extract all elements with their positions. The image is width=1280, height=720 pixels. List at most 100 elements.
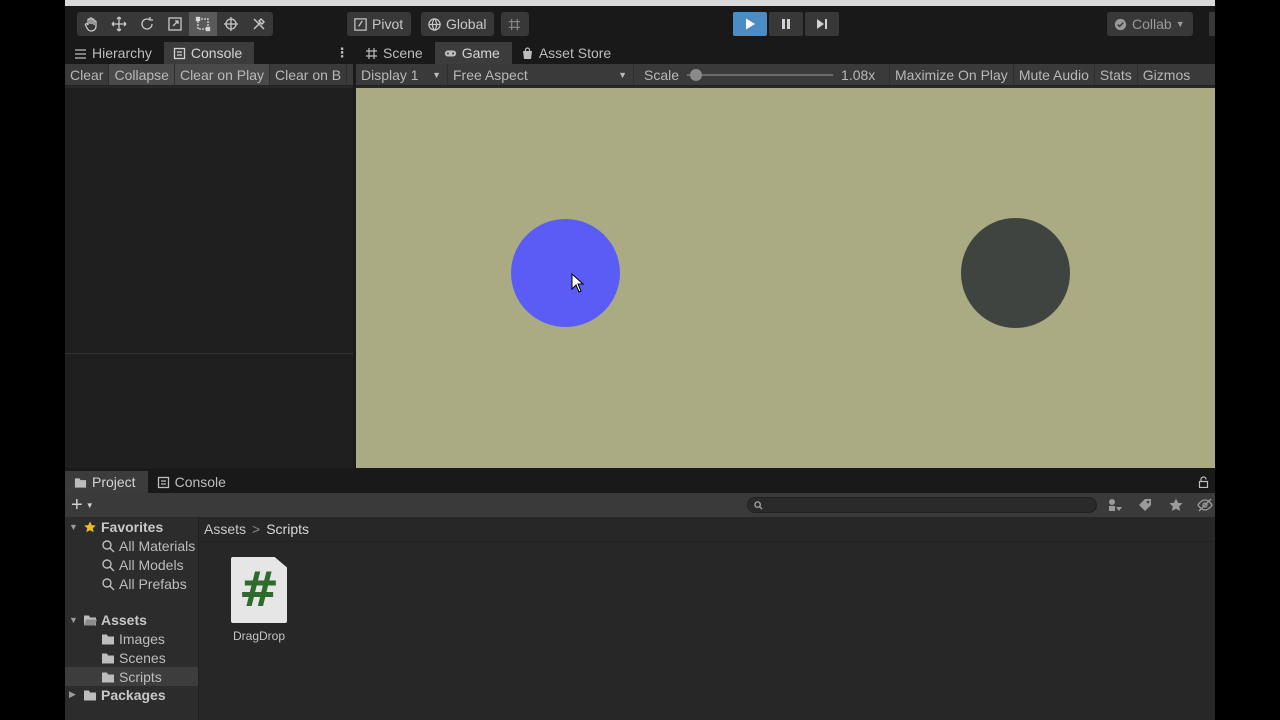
breadcrumb-divider <box>200 541 1215 542</box>
console-clear-on-play-button[interactable]: Clear on Play <box>174 64 270 85</box>
tab-console-bottom[interactable]: Console <box>148 471 238 493</box>
hand-icon[interactable] <box>77 12 105 36</box>
tab-asset-store[interactable]: Asset Store <box>512 42 623 64</box>
folder-icon <box>84 690 96 700</box>
move-icon[interactable] <box>105 12 133 36</box>
console-icon <box>157 476 169 488</box>
step-icon <box>817 19 827 29</box>
aspect-dropdown[interactable]: Free Aspect ▼ <box>448 63 634 86</box>
folder-scripts[interactable]: Scripts <box>65 667 198 686</box>
game-view[interactable] <box>356 88 1215 468</box>
breadcrumb-scripts[interactable]: Scripts <box>266 521 309 537</box>
expand-arrow-icon[interactable]: ▼ <box>69 615 79 625</box>
lock-icon[interactable] <box>1198 476 1209 488</box>
favorite-all-prefabs[interactable]: All Prefabs <box>101 574 187 593</box>
star-icon[interactable] <box>1168 497 1184 513</box>
filter-type-icon[interactable] <box>1107 497 1123 513</box>
mouse-cursor-icon <box>571 273 585 293</box>
tab-console[interactable]: Console <box>163 42 255 64</box>
expand-arrow-icon[interactable]: ▶ <box>69 689 79 700</box>
custom-tools-icon[interactable] <box>245 12 273 36</box>
mute-audio-toggle[interactable]: Mute Audio <box>1014 63 1095 86</box>
asset-item[interactable]: # DragDrop <box>224 557 294 643</box>
folder-icon <box>102 653 114 663</box>
display-dropdown[interactable]: Display 1 ▼ <box>356 63 448 86</box>
stats-toggle[interactable]: Stats <box>1095 63 1138 86</box>
grid-icon <box>508 18 521 30</box>
game-view-toolbar: Display 1 ▼ Free Aspect ▼ Scale 1.08x Ma… <box>356 63 1215 86</box>
tab-scene[interactable]: Scene <box>356 42 435 64</box>
tab-project[interactable]: Project <box>65 471 148 493</box>
game-icon <box>444 49 456 57</box>
draggable-circle[interactable] <box>511 219 620 327</box>
view-panel-tabs: Scene Game Asset Store <box>356 42 1215 64</box>
left-panel-tabs: Hierarchy Console ⋮ <box>65 42 353 64</box>
grid-snap-button[interactable] <box>501 12 529 36</box>
maximize-on-play-toggle[interactable]: Maximize On Play <box>890 63 1014 86</box>
tab-game-label: Game <box>461 45 500 61</box>
assets-label: Assets <box>101 611 147 628</box>
scale-icon[interactable] <box>161 12 189 36</box>
display-label: Display 1 <box>361 66 419 83</box>
rotate-icon[interactable] <box>133 12 161 36</box>
folder-scenes[interactable]: Scenes <box>101 648 166 667</box>
packages-node[interactable]: ▶ Packages <box>69 685 166 704</box>
folder-icon <box>102 672 114 682</box>
favorite-all-materials[interactable]: All Materials <box>101 536 195 555</box>
playmode-controls <box>733 12 839 36</box>
expand-arrow-icon[interactable]: ▼ <box>69 522 79 532</box>
tab-asset-store-label: Asset Store <box>538 45 612 61</box>
gizmos-toggle[interactable]: Gizmos <box>1138 64 1195 86</box>
favorites-node[interactable]: ▼ Favorites <box>69 517 163 536</box>
step-button[interactable] <box>805 12 839 36</box>
create-asset-button[interactable]: + ▼ <box>71 495 94 515</box>
tab-game[interactable]: Game <box>434 42 512 64</box>
favorite-all-models[interactable]: All Models <box>101 555 184 574</box>
chevron-down-icon: ▼ <box>85 500 94 510</box>
transform-icon[interactable] <box>217 12 245 36</box>
console-collapse-button[interactable]: Collapse <box>109 64 175 85</box>
pause-button[interactable] <box>769 12 803 36</box>
main-toolbar: Pivot Global Collab ▼ <box>65 6 1215 42</box>
search-input[interactable] <box>747 497 1097 513</box>
global-toggle[interactable]: Global <box>421 12 495 36</box>
play-button[interactable] <box>733 12 767 36</box>
kebab-menu-icon[interactable]: ⋮ <box>331 42 353 64</box>
folder-images[interactable]: Images <box>101 629 165 648</box>
console-clear-button[interactable]: Clear <box>65 64 110 85</box>
console-clear-on-build-button[interactable]: Clear on B <box>270 64 348 85</box>
hidden-packages-icon[interactable] <box>1197 497 1213 513</box>
collab-dropdown[interactable]: Collab ▼ <box>1107 12 1193 36</box>
star-icon <box>84 520 96 532</box>
scale-slider-thumb[interactable] <box>689 68 702 81</box>
console-split-divider[interactable] <box>65 353 353 354</box>
favorite-label: All Prefabs <box>119 575 187 592</box>
screen-border <box>1215 0 1280 720</box>
folder-label: Scenes <box>119 649 166 666</box>
tab-console-label: Console <box>190 45 243 61</box>
scale-value: 1.08x <box>841 66 876 83</box>
asset-browser: Assets > Scripts # DragDrop <box>200 517 1215 720</box>
packages-label: Packages <box>101 686 166 703</box>
folder-label: Images <box>119 630 165 647</box>
favorite-label: All Materials <box>119 537 196 554</box>
csharp-script-icon: # <box>231 557 287 623</box>
assets-node[interactable]: ▼ Assets <box>69 610 147 629</box>
target-circle <box>961 218 1070 328</box>
favorites-label: Favorites <box>101 518 164 535</box>
chevron-down-icon: ▼ <box>618 69 627 80</box>
search-icon <box>102 558 115 571</box>
rect-icon[interactable] <box>189 12 217 36</box>
pivot-toggle[interactable]: Pivot <box>347 12 412 36</box>
breadcrumb: Assets > Scripts <box>204 517 309 541</box>
check-circle-icon <box>1114 18 1127 30</box>
project-panel-tabs: Project Console <box>65 471 1215 493</box>
tag-icon[interactable] <box>1137 497 1153 513</box>
breadcrumb-assets[interactable]: Assets <box>204 521 246 537</box>
tab-hierarchy[interactable]: Hierarchy <box>65 42 164 64</box>
hierarchy-icon <box>75 48 86 59</box>
console-icon <box>173 47 186 59</box>
project-toolbar: + ▼ <box>65 493 1215 517</box>
scale-slider[interactable] <box>687 68 834 81</box>
globe-icon <box>428 17 441 31</box>
